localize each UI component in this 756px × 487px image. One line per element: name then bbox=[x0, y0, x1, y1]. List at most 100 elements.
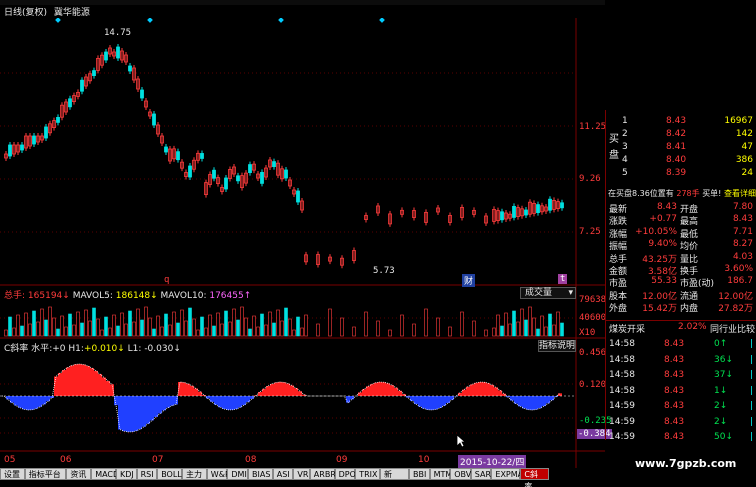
tab-vr[interactable]: VR bbox=[293, 468, 310, 480]
tab-expma[interactable]: EXPMA bbox=[491, 468, 523, 480]
kline-chart-area[interactable]: 14.75 5.73 q 财 t 11.25 9.26 7.25 总手: 165… bbox=[0, 18, 612, 473]
mouse-cursor-icon bbox=[456, 434, 466, 448]
quote-label: 市盈 bbox=[609, 279, 628, 290]
tab-mtm[interactable]: MTM bbox=[429, 468, 452, 480]
tick-row: 14:58 8.43 1↓ | bbox=[606, 385, 756, 400]
order-level: 3 bbox=[622, 142, 628, 152]
indicator-tabs: 设置 指标平台 资讯 MACD KDJ RSI BOLL 主力 W&R DMI BIAS ASI VR A… bbox=[0, 468, 605, 487]
order-book-row[interactable]: 5 8.39 24 bbox=[606, 168, 756, 181]
indicator-help-label: 指标说明 bbox=[539, 341, 576, 351]
quote-value: 4.03 bbox=[732, 251, 753, 262]
quote-value: 3.58亿 bbox=[647, 267, 677, 277]
tab-rsi[interactable]: RSI bbox=[136, 468, 158, 480]
order-price: 8.41 bbox=[666, 142, 687, 152]
tick-price: 8.43 bbox=[664, 401, 685, 411]
chart-canvas[interactable] bbox=[0, 18, 605, 473]
sector-name[interactable]: 煤炭开采 bbox=[609, 322, 645, 335]
period-label[interactable]: 日线(复权) bbox=[4, 8, 47, 18]
tab-主力[interactable]: 主力 bbox=[182, 468, 207, 480]
candlestick-series bbox=[4, 44, 564, 269]
indicator-help-button[interactable]: 指标说明 bbox=[538, 340, 576, 352]
quote-row: 金额 3.58亿 换手 3.60% bbox=[606, 264, 756, 277]
tab-dmi[interactable]: DMI bbox=[227, 468, 248, 480]
quote-value: 9.40% bbox=[648, 239, 677, 250]
tab-w&r[interactable]: W&R bbox=[206, 468, 231, 480]
order-price: 8.43 bbox=[666, 116, 687, 126]
tick-flag-icon: | bbox=[749, 354, 753, 365]
tab-指标平台[interactable]: 指标平台 bbox=[24, 468, 67, 480]
month-label: 09 bbox=[336, 455, 348, 465]
quote-value: 43.25万 bbox=[642, 254, 677, 265]
watermark: www.7gpzb.com bbox=[635, 457, 737, 470]
order-book-row[interactable]: 4 8.40 386 bbox=[606, 155, 756, 168]
quote-label: 市盈(动) bbox=[680, 279, 715, 290]
tick-time: 14:59 bbox=[609, 401, 635, 411]
tab-kdj[interactable]: KDJ bbox=[116, 468, 137, 480]
tick-time: 14:59 bbox=[609, 432, 635, 442]
l1-value: -0.030 bbox=[144, 344, 174, 354]
event-marker-q[interactable]: q bbox=[164, 275, 169, 285]
quote-label: 量比 bbox=[680, 254, 699, 265]
tab-boll[interactable]: BOLL bbox=[157, 468, 182, 480]
tab-arbr[interactable]: ARBR bbox=[309, 468, 336, 480]
tick-volume: 36↓ bbox=[714, 354, 733, 365]
tab-asi[interactable]: ASI bbox=[272, 468, 294, 480]
event-marker-t[interactable]: t bbox=[558, 274, 568, 284]
quote-value: 8.27 bbox=[732, 239, 753, 250]
tab-资讯[interactable]: 资讯 bbox=[66, 468, 92, 480]
quote-value: 12.00亿 bbox=[642, 291, 677, 302]
tick-price: 8.43 bbox=[664, 339, 685, 349]
tab-新dma[interactable]: 新DMA bbox=[380, 468, 409, 487]
quote-label: 流通 bbox=[680, 291, 699, 302]
quote-label: 振幅 bbox=[609, 242, 628, 253]
event-marker-finance[interactable]: 财 bbox=[462, 274, 476, 287]
tab-dpo[interactable]: DPO bbox=[334, 468, 356, 480]
quote-label: 涨幅 bbox=[609, 229, 628, 240]
event-markers[interactable] bbox=[55, 18, 385, 23]
quote-value: 8.43 bbox=[656, 202, 677, 212]
volume-total-value: 165194 bbox=[27, 291, 63, 301]
month-label: 07 bbox=[152, 455, 164, 465]
price-axis-tick-2: 9.26 bbox=[579, 174, 601, 184]
tab-obv[interactable]: OBV bbox=[450, 468, 471, 480]
mavol10-value: 176455 bbox=[209, 291, 244, 301]
quote-label: 涨跌 bbox=[609, 217, 628, 228]
tab-设置[interactable]: 设置 bbox=[0, 468, 25, 480]
order-book-row[interactable]: 2 8.42 142 bbox=[606, 129, 756, 142]
tab-macd[interactable]: MACD bbox=[91, 468, 119, 480]
order-price: 8.42 bbox=[666, 129, 687, 139]
tick-volume: 0↑ bbox=[714, 339, 728, 349]
sector-row[interactable]: 煤炭开采 2.02% 同行业比较 bbox=[606, 320, 756, 335]
tab-trix[interactable]: TRIX bbox=[355, 468, 380, 480]
order-book-row[interactable]: 1 8.43 16967 bbox=[606, 116, 756, 129]
quote-label: 金额 bbox=[609, 267, 628, 277]
quote-value: +0.77 bbox=[649, 214, 677, 225]
quote-row: 市盈 55.33 市盈(动) 186.7 bbox=[606, 276, 756, 290]
order-book-row[interactable]: 3 8.41 47 bbox=[606, 142, 756, 155]
big-order-detail-link[interactable]: 查看详细 bbox=[724, 189, 756, 198]
tab-sar[interactable]: SAR bbox=[470, 468, 492, 480]
quote-value: 8.43 bbox=[732, 214, 753, 225]
sector-compare-link[interactable]: 同行业比较 bbox=[710, 322, 755, 335]
quote-label: 外盘 bbox=[609, 304, 628, 315]
big-order-text: 在买盘8.36位置有 bbox=[608, 189, 674, 198]
big-order-suffix: 买单! bbox=[702, 189, 722, 198]
month-label: 10 bbox=[418, 455, 430, 465]
indicator-dropdown[interactable]: 成交量 ▾ bbox=[520, 287, 576, 299]
volume-axis-tick-2: 40600 bbox=[579, 313, 607, 323]
tab-c斜率[interactable]: C斜率 bbox=[520, 468, 550, 487]
tick-row: 14:59 8.43 2↓ | bbox=[606, 416, 756, 431]
quote-value: 3.60% bbox=[724, 264, 753, 274]
tick-time: 14:59 bbox=[609, 416, 635, 427]
tab-bbi[interactable]: BBI bbox=[409, 468, 430, 480]
quote-row: 总手 43.25万 量比 4.03 bbox=[606, 251, 756, 265]
volume-axis-tick-1: 79638 bbox=[579, 295, 607, 305]
volume-total-label: 总手 bbox=[4, 291, 23, 301]
tab-bias[interactable]: BIAS bbox=[248, 468, 273, 480]
tick-time: 14:58 bbox=[609, 370, 635, 380]
tick-volume: 50↓ bbox=[714, 432, 733, 442]
order-price: 8.39 bbox=[666, 168, 687, 178]
order-level: 5 bbox=[622, 168, 628, 178]
quote-value: 15.42万 bbox=[642, 304, 677, 315]
order-volume: 24 bbox=[741, 168, 753, 178]
